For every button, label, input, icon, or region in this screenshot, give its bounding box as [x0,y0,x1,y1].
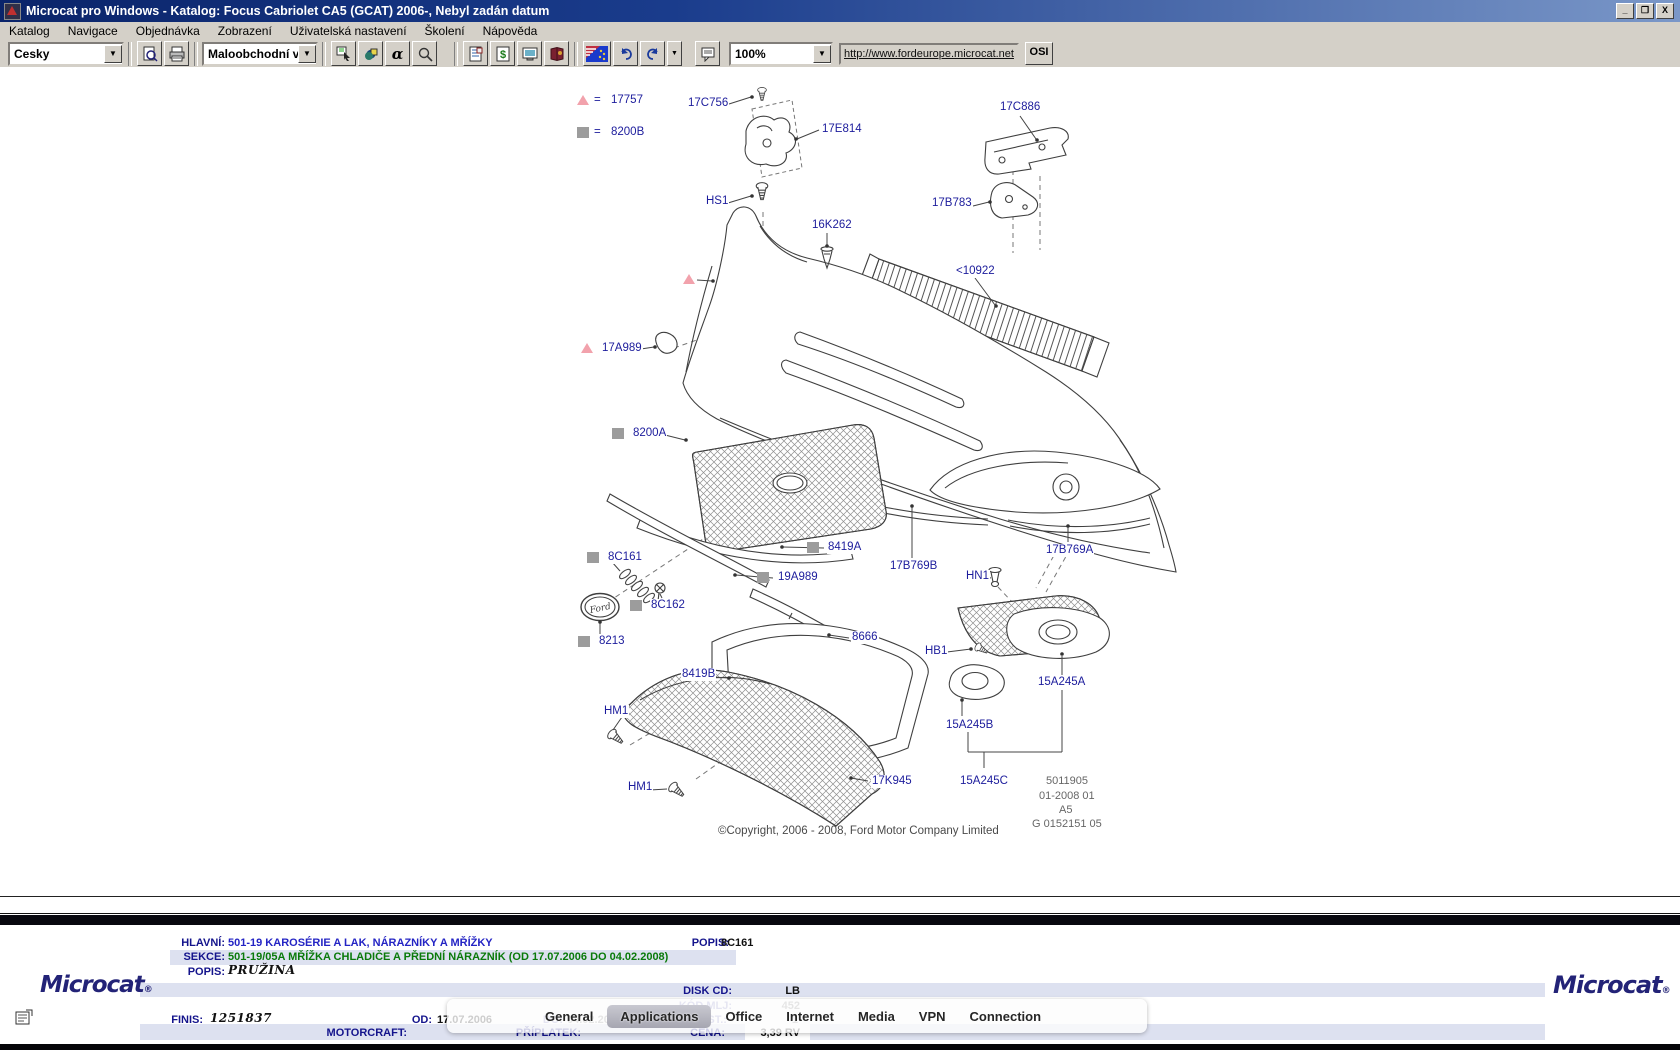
overlay-menu-item-vpn[interactable]: VPN [907,1009,958,1024]
overlay-menu-item-applications[interactable]: Applications [607,1005,711,1028]
monitor-button[interactable] [517,41,542,66]
chevron-down-icon[interactable]: ▼ [813,45,831,63]
menu-item-objedn-vka[interactable]: Objednávka [127,23,209,39]
close-button[interactable]: X [1656,3,1674,19]
menu-item-n-pov-da[interactable]: Nápověda [474,23,547,39]
select-pointer-button[interactable] [331,41,356,66]
toolbar: Cesky ▼ Maloobchodní ví ▼ α $ [0,40,1680,68]
parts-drop-icon-button[interactable] [358,41,383,66]
menu-item-u-ivatelsk-nastaven-[interactable]: Uživatelská nastavení [281,23,416,39]
diagram-canvas [0,67,1680,897]
finis-label: FINIS: [123,1014,203,1026]
quick-launch-overlay-menu: GeneralApplicationsOfficeInternetMediaVP… [447,999,1147,1033]
popis-label: POPIS: [649,937,729,949]
osi-button[interactable]: OSI [1025,42,1053,65]
panel-separator-bar [0,915,1680,925]
menu-bar: KatalogNavigaceObjednávkaZobrazeníUživat… [0,22,1680,41]
stripe-band [140,983,1545,997]
menu-item-katalog[interactable]: Katalog [0,23,59,39]
microcat-logo-right: Microcat® [1553,971,1671,999]
hlavni-label: HLAVNÍ: [145,937,225,949]
overlay-menu-item-internet[interactable]: Internet [774,1009,846,1024]
market-flag-button[interactable] [583,41,611,66]
chevron-down-icon[interactable]: ▼ [104,45,122,63]
toolbar-separator [128,42,132,66]
maximize-button[interactable]: ❐ [1636,3,1654,19]
handbook-button[interactable] [544,41,569,66]
app-icon [4,3,21,20]
bottom-edge-bar [0,1044,1680,1050]
sekce-label: SEKCE: [145,951,225,963]
print-preview-button[interactable] [137,41,162,66]
price-type-combobox[interactable]: Maloobchodní ví ▼ [202,42,318,66]
overlay-menu-item-connection[interactable]: Connection [958,1009,1054,1024]
toolbar-separator [322,42,326,66]
hlavni-value: 501-19 KAROSÉRIE A LAK, NÁRAZNÍKY A MŘÍŽ… [228,937,493,949]
notes-button[interactable] [695,41,720,66]
print-button[interactable] [164,41,189,66]
toolbar-separator [574,42,578,66]
chevron-down-icon[interactable]: ▼ [298,45,316,63]
toolbar-separator [194,42,198,66]
popis2-value: PRUŽINA [228,964,296,976]
diagram-copyright: ©Copyright, 2006 - 2008, Ford Motor Comp… [718,825,999,837]
toolbar-separator [454,42,458,66]
overlay-menu-item-office[interactable]: Office [713,1009,774,1024]
popis-part-code: 8C161 [721,937,801,949]
search-icon[interactable] [412,41,437,66]
overlay-menu-item-general[interactable]: General [533,1009,605,1024]
catalog-url-field[interactable]: http://www.fordeurope.microcat.net [839,43,1019,65]
microcat-logo-left: Microcat® [40,972,153,998]
disk-cd-label: DISK CD: [652,985,732,997]
clipboard-icon[interactable] [14,1009,34,1027]
finis-value: 1251837 [210,1012,272,1024]
zoom-combobox[interactable]: 100% ▼ [729,42,833,66]
overlay-menu-item-media[interactable]: Media [846,1009,907,1024]
disk-cd-value: LB [740,985,800,997]
menu-item-zobrazen-[interactable]: Zobrazení [209,23,281,39]
alpha-index-button[interactable]: α [385,41,410,66]
menu-item-navigace[interactable]: Navigace [59,23,127,39]
popis2-label: POPIS: [145,966,225,978]
undo-button[interactable] [613,41,638,66]
window-title: Microcat pro Windows - Katalog: Focus Ca… [26,4,549,18]
motorcraft-label: MOTORCRAFT: [307,1027,407,1039]
menu-item--kolen-[interactable]: Školení [416,23,474,39]
panel-separator-line [0,913,1680,914]
minimize-button[interactable]: _ [1616,3,1634,19]
language-combobox[interactable]: Cesky ▼ [8,42,124,66]
order-list-button[interactable] [463,41,488,66]
sekce-value: 501-19/05A MŘÍŽKA CHLADIČE A PŘEDNÍ NÁRA… [228,951,668,963]
svg-text:$: $ [499,49,505,61]
od-label: OD: [372,1014,432,1026]
price-document-button[interactable]: $ [490,41,515,66]
title-bar: Microcat pro Windows - Katalog: Focus Ca… [0,0,1680,22]
redo-button[interactable] [640,41,665,66]
redo-dropdown-icon[interactable]: ▼ [667,41,682,66]
